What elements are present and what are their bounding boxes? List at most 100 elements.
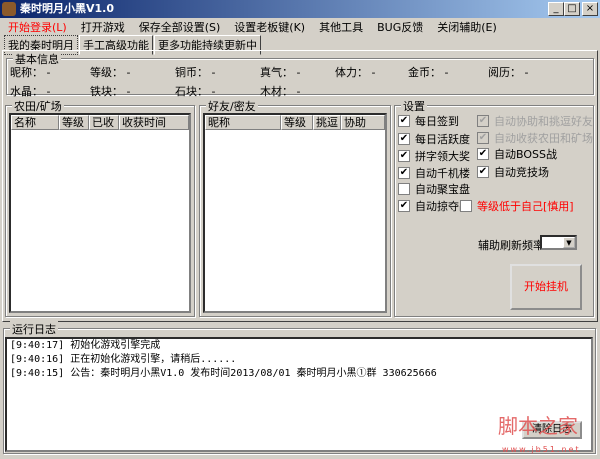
chevron-down-icon[interactable]: ▼: [563, 237, 575, 248]
col-tease[interactable]: 挑逗: [313, 115, 341, 130]
start-idle-button[interactable]: 开始挂机: [510, 264, 582, 310]
setting-label: 自动BOSS战: [494, 148, 557, 161]
info-value: -: [524, 66, 529, 79]
setting-label: 等级低于自己[慎用]: [477, 200, 574, 213]
menu-close-assist[interactable]: 关闭辅助(E): [437, 19, 497, 35]
settings-title: 设置: [401, 98, 427, 114]
info-label: 昵称：: [10, 66, 43, 79]
checkbox-icon[interactable]: ✔: [398, 133, 410, 145]
info-label: 金币：: [408, 66, 441, 79]
col-assist[interactable]: 协助: [341, 115, 385, 130]
info-label: 水晶：: [10, 85, 43, 98]
col-nickname[interactable]: 昵称: [205, 115, 281, 130]
checkbox-icon[interactable]: ✔: [477, 148, 489, 160]
log-line: [9:40:17] 初始化游戏引擎完成: [10, 340, 161, 351]
log-title: 运行日志: [10, 321, 58, 337]
info-label: 阅历：: [488, 66, 521, 79]
menu-boss-key[interactable]: 设置老板键(K): [234, 19, 305, 35]
info-value: -: [46, 66, 51, 79]
farm-title: 农田/矿场: [12, 98, 64, 114]
checkbox-icon[interactable]: ✔: [477, 166, 489, 178]
info-value: -: [126, 66, 131, 79]
info-field: 体力： -: [335, 64, 375, 80]
refresh-rate-select[interactable]: ▼: [540, 235, 577, 250]
col-level[interactable]: 等级: [281, 115, 313, 130]
info-value: -: [46, 85, 51, 98]
menu-bar: 开始登录(L) 打开游戏 保存全部设置(S) 设置老板键(K) 其他工具 BUG…: [0, 18, 600, 36]
minimize-button[interactable]: _: [548, 2, 564, 16]
info-value: -: [296, 85, 301, 98]
info-field: 等级： -: [90, 64, 130, 80]
window-title: 秦时明月小黑V1.0: [20, 2, 114, 15]
checkbox-icon[interactable]: ✔: [398, 115, 410, 127]
title-bar: 秦时明月小黑V1.0: [0, 0, 600, 18]
checkbox-icon[interactable]: [398, 183, 410, 195]
setting-label: 自动千机楼: [415, 167, 470, 180]
log-line: [9:40:16] 正在初始化游戏引擎，请稍后......: [10, 354, 237, 365]
info-label: 铁块：: [90, 85, 123, 98]
checkbox-icon[interactable]: ✔: [398, 150, 410, 162]
info-field: 铜币： -: [175, 64, 215, 80]
menu-other-tools[interactable]: 其他工具: [319, 19, 363, 35]
friends-title: 好友/密友: [206, 98, 258, 114]
col-level[interactable]: 等级: [59, 115, 89, 130]
info-value: -: [211, 66, 216, 79]
info-label: 铜币：: [175, 66, 208, 79]
col-collected[interactable]: 已收: [89, 115, 119, 130]
app-icon: [2, 2, 16, 16]
info-label: 木材：: [260, 85, 293, 98]
setting-checkbox[interactable]: ✔ 自动千机楼: [398, 165, 470, 181]
info-field: 水晶： -: [10, 83, 50, 99]
farm-list[interactable]: 名称 等级 已收 收获时间: [9, 113, 191, 313]
setting-checkbox[interactable]: 等级低于自己[慎用]: [460, 198, 574, 214]
maximize-button[interactable]: □: [564, 2, 580, 16]
checkbox-icon[interactable]: ✔: [477, 132, 489, 144]
info-value: -: [126, 85, 131, 98]
info-field: 昵称： -: [10, 64, 50, 80]
setting-label: 拼字领大奖: [415, 150, 470, 163]
info-value: -: [211, 85, 216, 98]
setting-label: 自动收获农田和矿场: [494, 132, 593, 145]
menu-bug-report[interactable]: BUG反馈: [377, 19, 423, 35]
menu-save-settings[interactable]: 保存全部设置(S): [139, 19, 221, 35]
info-value: -: [371, 66, 376, 79]
checkbox-icon[interactable]: ✔: [477, 115, 489, 127]
setting-checkbox[interactable]: ✔ 每日活跃度: [398, 131, 470, 147]
info-label: 真气：: [260, 66, 293, 79]
setting-checkbox[interactable]: ✔ 自动竞技场: [477, 164, 549, 180]
watermark-url: www.jb51.net: [502, 445, 581, 454]
info-field: 石块： -: [175, 83, 215, 99]
setting-checkbox[interactable]: ✔ 自动协助和挑逗好友: [477, 113, 593, 129]
checkbox-icon[interactable]: [460, 200, 472, 212]
info-field: 真气： -: [260, 64, 300, 80]
col-harvest-time[interactable]: 收获时间: [119, 115, 189, 130]
setting-label: 自动协助和挑逗好友: [494, 115, 593, 128]
info-field: 铁块： -: [90, 83, 130, 99]
menu-start-login[interactable]: 开始登录(L): [8, 19, 67, 35]
log-line: [9:40:15] 公告：秦时明月小黑V1.0 发布时间2013/08/01 秦…: [10, 368, 437, 379]
info-label: 等级：: [90, 66, 123, 79]
setting-checkbox[interactable]: ✔ 每日签到: [398, 113, 459, 129]
setting-checkbox[interactable]: ✔ 拼字领大奖: [398, 148, 470, 164]
info-label: 石块：: [175, 85, 208, 98]
close-button[interactable]: ×: [582, 2, 598, 16]
setting-label: 每日活跃度: [415, 133, 470, 146]
info-field: 金币： -: [408, 64, 448, 80]
watermark-logo: 脚本之家: [498, 414, 578, 438]
info-field: 阅历： -: [488, 64, 528, 80]
setting-label: 自动聚宝盘: [415, 183, 470, 196]
setting-checkbox[interactable]: ✔ 自动收获农田和矿场: [477, 130, 593, 146]
col-name[interactable]: 名称: [11, 115, 59, 130]
info-label: 体力：: [335, 66, 368, 79]
menu-open-game[interactable]: 打开游戏: [81, 19, 125, 35]
friends-list[interactable]: 昵称 等级 挑逗 协助: [203, 113, 387, 313]
setting-label: 每日签到: [415, 115, 459, 128]
checkbox-icon[interactable]: ✔: [398, 167, 410, 179]
info-value: -: [444, 66, 449, 79]
farm-group: 农田/矿场 名称 等级 已收 收获时间: [5, 98, 195, 317]
setting-label: 自动竞技场: [494, 166, 549, 179]
setting-checkbox[interactable]: 自动聚宝盘: [398, 181, 470, 197]
setting-checkbox[interactable]: ✔ 自动BOSS战: [477, 146, 557, 162]
friends-group: 好友/密友 昵称 等级 挑逗 协助: [199, 98, 391, 317]
checkbox-icon[interactable]: ✔: [398, 200, 410, 212]
